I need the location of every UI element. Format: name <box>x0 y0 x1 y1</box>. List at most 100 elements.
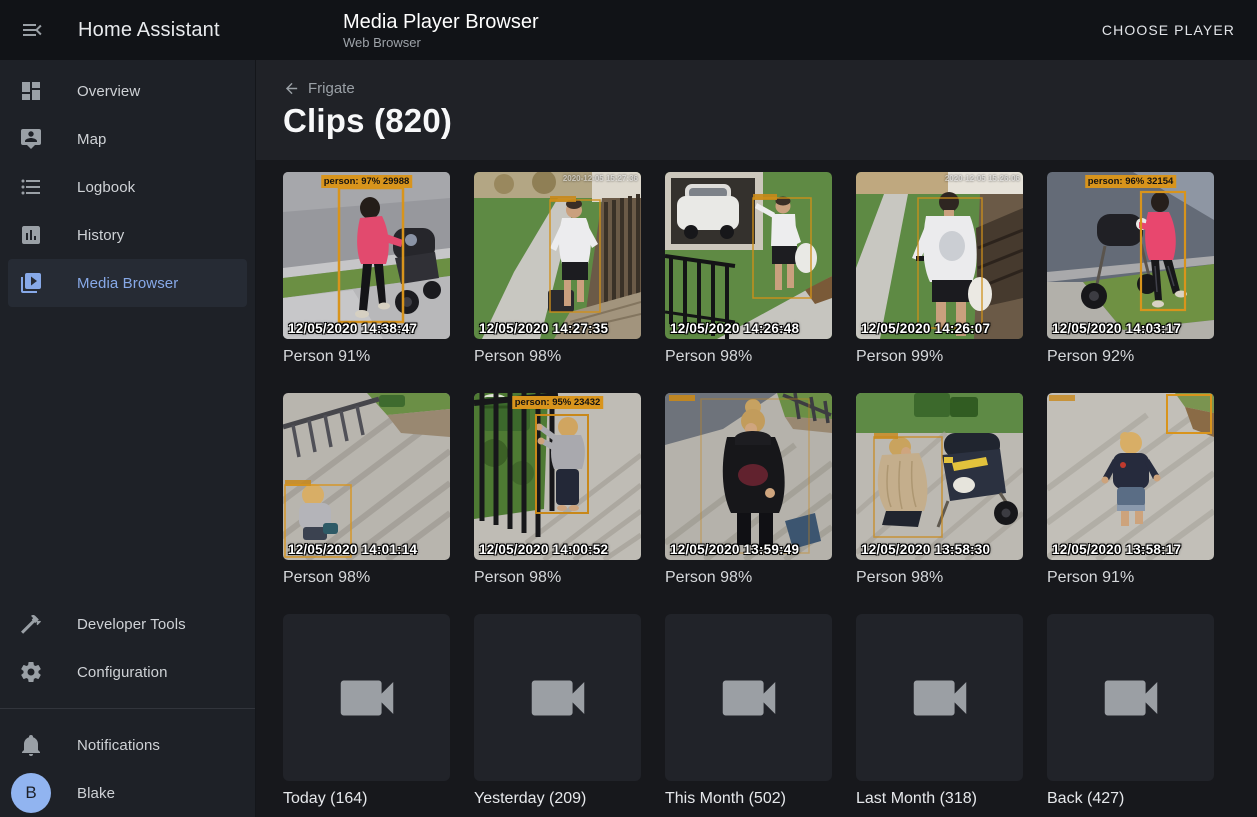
camera-snapshot-art <box>1047 393 1214 560</box>
clip-caption: Person 91% <box>1047 568 1214 588</box>
clip-card[interactable]: 2020-12-05 15:26:06 12/05/2020 14:26:07 … <box>856 172 1023 367</box>
camera-osd-timestamp: 2020-12-05 15:27:36 <box>563 174 638 183</box>
chart-box-icon <box>19 223 43 247</box>
sidebar-item-configuration[interactable]: Configuration <box>8 648 247 696</box>
clip-caption: Person 92% <box>1047 347 1214 367</box>
folder-label: This Month (502) <box>665 789 832 809</box>
map-account-icon <box>19 127 43 151</box>
folder-label: Today (164) <box>283 789 450 809</box>
home-assistant-app: Home Assistant Media Player Browser Web … <box>0 0 1257 817</box>
clip-card[interactable]: 12/05/2020 14:26:48 Person 98% <box>665 172 832 367</box>
back-arrow-icon <box>283 80 300 97</box>
clip-thumbnail: 12/05/2020 13:59:49 <box>665 393 832 560</box>
clip-thumbnail: 2020-12-05 15:26:06 12/05/2020 14:26:07 <box>856 172 1023 339</box>
folder-label: Last Month (318) <box>856 789 1023 809</box>
folder-tile <box>665 614 832 781</box>
clip-caption: Person 99% <box>856 347 1023 367</box>
clip-card[interactable]: 12/05/2020 13:58:30 Person 98% <box>856 393 1023 588</box>
breadcrumb-back-frigate[interactable]: Frigate <box>283 80 355 97</box>
clip-timestamp: 12/05/2020 13:58:17 <box>1052 542 1181 557</box>
folder-card-today[interactable]: Today (164) <box>283 614 450 809</box>
sidebar-item-label: Developer Tools <box>77 616 186 633</box>
camera-snapshot-art <box>283 172 450 339</box>
sidebar: Overview Map Logbook History Media Brows… <box>0 60 256 817</box>
folder-label: Back (427) <box>1047 789 1214 809</box>
content-header: Frigate Clips (820) <box>256 60 1257 160</box>
panel-title: Media Player Browser <box>343 10 539 34</box>
clip-card[interactable]: person: 96% 32154 12/05/2020 14:03:17 Pe… <box>1047 172 1214 367</box>
panel-subtitle: Web Browser <box>343 34 539 51</box>
avatar: B <box>11 773 51 813</box>
user-name-label: Blake <box>77 785 115 802</box>
clip-card[interactable]: 12/05/2020 13:58:17 Person 91% <box>1047 393 1214 588</box>
clip-caption: Person 98% <box>856 568 1023 588</box>
clip-caption: Person 98% <box>283 568 450 588</box>
clip-timestamp: 12/05/2020 13:58:30 <box>861 542 990 557</box>
camera-snapshot-art <box>856 393 1023 560</box>
clip-timestamp: 12/05/2020 14:00:52 <box>479 542 608 557</box>
sidebar-item-label: Logbook <box>77 179 135 196</box>
top-bar: Home Assistant Media Player Browser Web … <box>0 0 1257 60</box>
clip-card[interactable]: 2020-12-05 15:27:36 12/05/2020 14:27:35 … <box>474 172 641 367</box>
sidebar-item-media-browser[interactable]: Media Browser <box>8 259 247 307</box>
clip-thumbnail: person: 96% 32154 12/05/2020 14:03:17 <box>1047 172 1214 339</box>
camera-snapshot-art <box>1047 172 1214 339</box>
sidebar-item-logbook[interactable]: Logbook <box>8 163 247 211</box>
clip-caption: Person 98% <box>474 568 641 588</box>
camera-snapshot-art <box>856 172 1023 339</box>
sidebar-item-map[interactable]: Map <box>8 115 247 163</box>
media-browser-content: Frigate Clips (820) <box>256 60 1257 817</box>
clip-caption: Person 98% <box>474 347 641 367</box>
clip-caption: Person 91% <box>283 347 450 367</box>
dashboard-icon <box>19 79 43 103</box>
clip-card[interactable]: person: 95% 23432 12/05/2020 14:00:52 Pe… <box>474 393 641 588</box>
clip-card[interactable]: person: 97% 29988 12/05/2020 14:38:47 Pe… <box>283 172 450 367</box>
clip-card[interactable]: 12/05/2020 14:01:14 Person 98% <box>283 393 450 588</box>
camera-snapshot-art <box>474 393 641 560</box>
video-camera-icon <box>523 663 593 733</box>
clip-thumbnail: person: 95% 23432 12/05/2020 14:00:52 <box>474 393 641 560</box>
camera-snapshot-art <box>474 172 641 339</box>
page-title: Clips (820) <box>283 102 1257 140</box>
play-box-multiple-icon <box>19 271 43 295</box>
clip-timestamp: 12/05/2020 14:26:48 <box>670 321 799 336</box>
camera-snapshot-art <box>665 393 832 560</box>
camera-snapshot-art <box>665 172 832 339</box>
detection-label: person: 96% 32154 <box>1085 175 1177 188</box>
folder-tile <box>1047 614 1214 781</box>
clip-timestamp: 12/05/2020 14:27:35 <box>479 321 608 336</box>
breadcrumb-label: Frigate <box>308 80 355 97</box>
clip-thumbnail: 12/05/2020 13:58:30 <box>856 393 1023 560</box>
folder-card-back[interactable]: Back (427) <box>1047 614 1214 809</box>
folder-tile <box>283 614 450 781</box>
sidebar-item-overview[interactable]: Overview <box>8 67 247 115</box>
clip-thumbnail: 12/05/2020 13:58:17 <box>1047 393 1214 560</box>
video-camera-icon <box>332 663 402 733</box>
clip-thumbnail: 12/05/2020 14:26:48 <box>665 172 832 339</box>
sidebar-spacer <box>8 307 247 600</box>
sidebar-item-label: History <box>77 227 124 244</box>
folder-card-yesterday[interactable]: Yesterday (209) <box>474 614 641 809</box>
video-camera-icon <box>905 663 975 733</box>
clip-timestamp: 12/05/2020 14:01:14 <box>288 542 417 557</box>
sidebar-item-history[interactable]: History <box>8 211 247 259</box>
folder-card-this-month[interactable]: This Month (502) <box>665 614 832 809</box>
clip-thumbnail: 2020-12-05 15:27:36 12/05/2020 14:27:35 <box>474 172 641 339</box>
clip-timestamp: 12/05/2020 14:03:17 <box>1052 321 1181 336</box>
video-camera-icon <box>1096 663 1166 733</box>
folder-tile <box>856 614 1023 781</box>
detection-label: person: 95% 23432 <box>512 396 604 409</box>
sidebar-item-developer-tools[interactable]: Developer Tools <box>8 600 247 648</box>
list-bulleted-icon <box>19 175 43 199</box>
sidebar-toggle-menu-icon[interactable] <box>20 18 44 42</box>
detection-label: person: 97% 29988 <box>321 175 413 188</box>
clip-timestamp: 12/05/2020 14:26:07 <box>861 321 990 336</box>
choose-player-button[interactable]: CHOOSE PLAYER <box>1094 14 1243 46</box>
clip-card[interactable]: 12/05/2020 13:59:49 Person 98% <box>665 393 832 588</box>
sidebar-header: Home Assistant <box>0 18 256 42</box>
sidebar-item-notifications[interactable]: Notifications <box>8 721 247 769</box>
folder-card-last-month[interactable]: Last Month (318) <box>856 614 1023 809</box>
clip-timestamp: 12/05/2020 13:59:49 <box>670 542 799 557</box>
sidebar-item-label: Overview <box>77 83 140 100</box>
sidebar-item-user-profile[interactable]: B Blake <box>8 769 247 817</box>
